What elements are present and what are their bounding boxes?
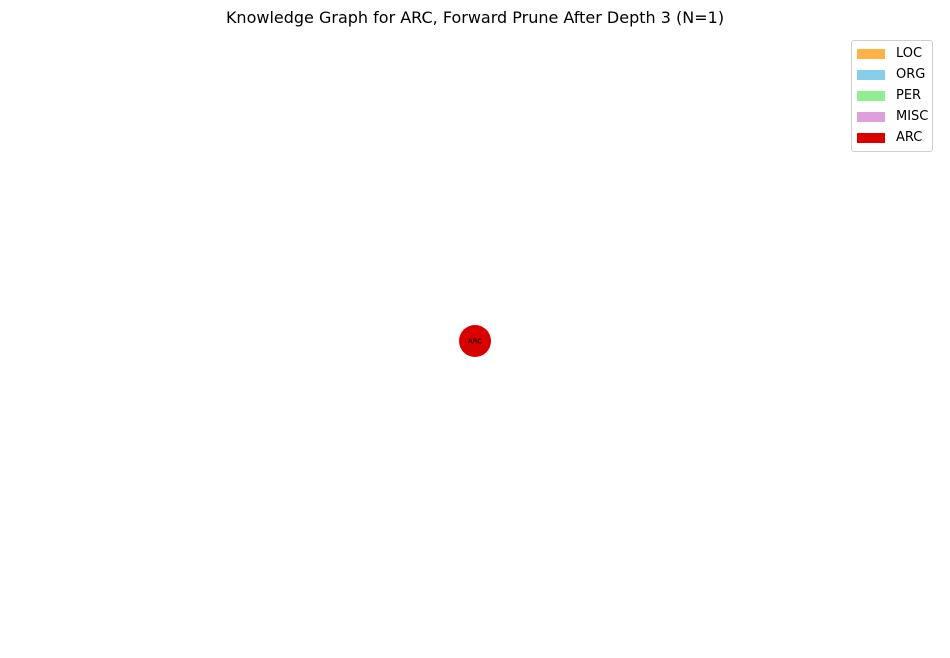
legend: LOC ORG PER MISC ARC xyxy=(851,40,933,152)
legend-label: LOC xyxy=(896,46,923,61)
legend-item-org: ORG xyxy=(852,64,932,85)
legend-swatch xyxy=(857,48,885,59)
legend-swatch xyxy=(857,90,885,101)
legend-swatch xyxy=(857,69,885,80)
node-label: ARC xyxy=(468,338,482,346)
legend-label: MISC xyxy=(896,109,929,124)
legend-swatch xyxy=(857,132,885,143)
legend-item-misc: MISC xyxy=(852,106,932,127)
legend-label: ORG xyxy=(896,67,926,82)
legend-item-arc: ARC xyxy=(852,127,932,148)
legend-item-per: PER xyxy=(852,85,932,106)
legend-label: PER xyxy=(896,88,922,103)
legend-item-loc: LOC xyxy=(852,43,932,64)
graph-canvas: ARC xyxy=(459,325,491,357)
graph-node-arc: ARC xyxy=(459,325,491,357)
legend-swatch xyxy=(857,111,885,122)
legend-label: ARC xyxy=(896,130,923,145)
